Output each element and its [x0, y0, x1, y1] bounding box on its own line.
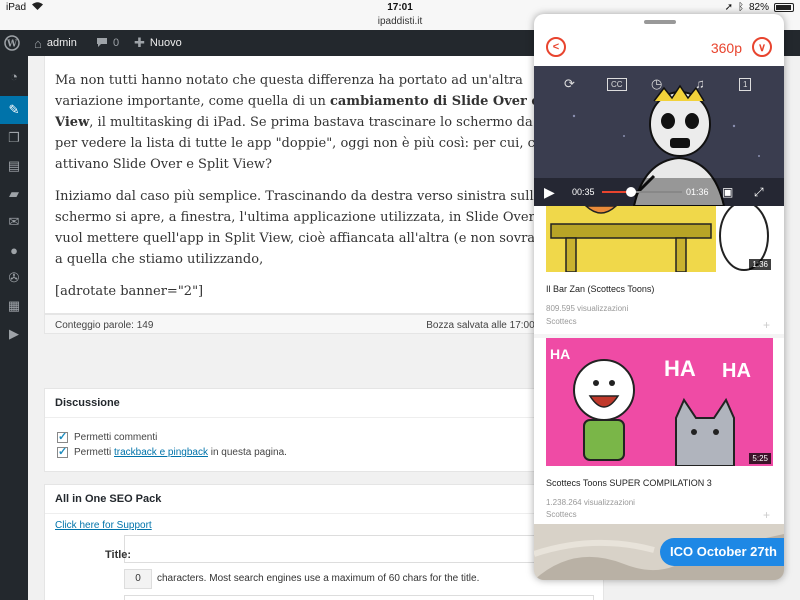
- play-icon[interactable]: ▶: [544, 184, 555, 201]
- seo-pack-title[interactable]: All in One SEO Pack: [45, 485, 603, 514]
- add-to-playlist-icon[interactable]: +: [763, 318, 770, 332]
- trackbacks-prefix: Permetti: [74, 447, 115, 458]
- slide-over-app: < 360p ∨ ⟳ CC ◷ ♫ 1 ▶ 00:35 01:36 ▣ ⤢ 1:…: [534, 14, 784, 580]
- allow-trackbacks-checkbox[interactable]: [57, 445, 68, 458]
- home-icon: ⌂: [34, 35, 42, 51]
- related-videos-list: 1:36 Il Bar Zan (Scottecs Toons) 809.595…: [534, 206, 784, 524]
- editor-paragraph: Iniziamo dal caso più semplice. Trascina…: [55, 189, 585, 267]
- trackbacks-suffix: in questa pagina.: [207, 447, 287, 458]
- seo-title-label: Title:: [105, 549, 132, 561]
- new-content-label: Nuovo: [149, 37, 182, 49]
- wordpress-logo-icon[interactable]: W: [4, 30, 24, 56]
- pin-icon[interactable]: ✎: [0, 96, 28, 124]
- player-toolbar: ⟳ CC ◷ ♫ 1: [534, 72, 784, 94]
- clock: 17:01: [387, 2, 413, 13]
- seo-description-input[interactable]: [124, 595, 594, 600]
- thumbnail-image: [546, 206, 773, 272]
- seek-handle[interactable]: [625, 187, 636, 197]
- allow-trackbacks-row: Permetti trackback e pingback in questa …: [45, 445, 603, 460]
- video-title[interactable]: Il Bar Zan (Scottecs Toons): [546, 284, 654, 294]
- play-circle-icon[interactable]: ▶: [0, 320, 28, 348]
- thumbnail-caption: HA: [550, 346, 571, 362]
- video-channel[interactable]: Scottecs: [546, 317, 577, 326]
- editor-paragraph: Ma non tutti hanno notato che questa dif…: [55, 70, 593, 175]
- comments-count: 0: [113, 37, 120, 49]
- discussion-title[interactable]: Discussione: [45, 389, 603, 418]
- total-time: 01:36: [686, 187, 709, 197]
- seo-title-input[interactable]: [124, 535, 594, 563]
- discussion-box: Discussione Permetti commenti Permetti t…: [44, 388, 604, 472]
- seo-char-count: 0: [124, 569, 152, 589]
- allow-trackbacks-label: Permetti trackback e pingback in questa …: [74, 447, 287, 458]
- thumbnail-caption: HA: [664, 356, 696, 381]
- add-to-playlist-icon[interactable]: +: [763, 508, 770, 522]
- thumbnail-caption: HA: [722, 360, 751, 382]
- users-icon[interactable]: ●: [0, 236, 28, 264]
- chevron-down-icon[interactable]: ∨: [752, 37, 772, 57]
- dashboard-icon[interactable]: ◔: [0, 56, 28, 96]
- video-thumbnail[interactable]: 1:36: [546, 206, 773, 272]
- seek-bar[interactable]: [602, 187, 682, 197]
- media-icon[interactable]: ❐: [0, 124, 28, 152]
- wp-admin-menu: ◔ ✎ ❐ ▤ ▰ ✉ ● ✇ ▦ ▶: [0, 56, 28, 600]
- headphones-icon[interactable]: ♫: [695, 76, 705, 91]
- video-duration: 1:36: [749, 259, 771, 270]
- paragraph-text: , il multitasking di iPad. Se prima bast…: [55, 115, 579, 172]
- admin-user-label: admin: [46, 37, 77, 49]
- settings-icon[interactable]: ▦: [0, 292, 28, 320]
- comments-link[interactable]: 0: [96, 30, 119, 56]
- player-header: < 360p ∨: [534, 30, 784, 66]
- ad-text[interactable]: ICO October 27th: [660, 538, 784, 566]
- editor-status-bar: Conteggio parole: 149 Bozza salvata alle…: [44, 314, 604, 334]
- ad-banner[interactable]: ICO October 27th: [534, 524, 784, 580]
- word-count: Conteggio parole: 149: [55, 320, 154, 331]
- video-quality[interactable]: 360p: [711, 40, 742, 56]
- cc-icon[interactable]: CC: [607, 78, 627, 91]
- seo-support-link[interactable]: Click here for Support: [45, 514, 603, 537]
- new-content-link[interactable]: ✚ Nuovo: [134, 30, 182, 56]
- bluetooth-icon: ᛒ: [737, 2, 744, 13]
- comment-bubble-icon: [96, 36, 108, 51]
- video-views: 1.238.264 visualizzazioni: [546, 498, 635, 507]
- back-icon[interactable]: <: [546, 37, 566, 57]
- timer-icon[interactable]: ◷: [651, 76, 662, 92]
- video-title[interactable]: Scottecs Toons SUPER COMPILATION 3: [546, 478, 712, 488]
- queue-badge-icon[interactable]: 1: [739, 78, 752, 91]
- battery-icon: [774, 3, 794, 12]
- post-editor-area: Ma non tutti hanno notato che questa dif…: [44, 56, 604, 600]
- current-time: 00:35: [572, 187, 595, 197]
- allow-comments-row: Permetti commenti: [45, 430, 603, 445]
- tools-icon[interactable]: ✇: [0, 264, 28, 292]
- trackback-pingback-link[interactable]: trackback e pingback: [114, 447, 208, 458]
- video-channel[interactable]: Scottecs: [546, 510, 577, 519]
- list-item[interactable]: 1:36 Il Bar Zan (Scottecs Toons) 809.595…: [534, 206, 784, 334]
- svg-text:W: W: [6, 40, 18, 50]
- site-home-link[interactable]: ⌂ admin: [34, 30, 77, 56]
- video-views: 809.595 visualizzazioni: [546, 304, 629, 313]
- video-duration: 5:25: [749, 453, 771, 464]
- seo-pack-box: All in One SEO Pack Click here for Suppo…: [44, 484, 604, 600]
- fullscreen-icon[interactable]: ⤢: [754, 185, 764, 200]
- replay-icon[interactable]: ⟳: [564, 76, 575, 92]
- list-item[interactable]: HA HA HA 5:25 Scottecs Toons SUPER COMPI…: [534, 338, 784, 524]
- thumbnail-image: [546, 338, 773, 466]
- pip-icon[interactable]: ▣: [722, 185, 733, 199]
- mail-icon[interactable]: ✉: [0, 208, 28, 236]
- comments-menu-icon[interactable]: ▰: [0, 180, 28, 208]
- video-player[interactable]: ⟳ CC ◷ ♫ 1 ▶ 00:35 01:36 ▣ ⤢: [534, 66, 784, 206]
- playback-controls: ▶ 00:35 01:36 ▣ ⤢: [534, 178, 784, 206]
- location-icon: ➚: [724, 2, 733, 13]
- allow-comments-label: Permetti commenti: [74, 432, 158, 443]
- video-thumbnail[interactable]: HA HA HA 5:25: [546, 338, 773, 466]
- adrotate-shortcode: [adrotate banner="2"]: [55, 284, 204, 299]
- draft-saved-status: Bozza salvata alle 17:00:4: [426, 320, 543, 331]
- battery-percent: 82%: [748, 2, 769, 13]
- seo-char-help: characters. Most search engines use a ma…: [157, 573, 480, 584]
- editor-text-area[interactable]: Ma non tutti hanno notato che questa dif…: [44, 56, 604, 314]
- pages-icon[interactable]: ▤: [0, 152, 28, 180]
- allow-comments-checkbox[interactable]: [57, 430, 68, 443]
- slide-over-grabber[interactable]: [644, 20, 676, 24]
- plus-icon: ✚: [134, 35, 145, 50]
